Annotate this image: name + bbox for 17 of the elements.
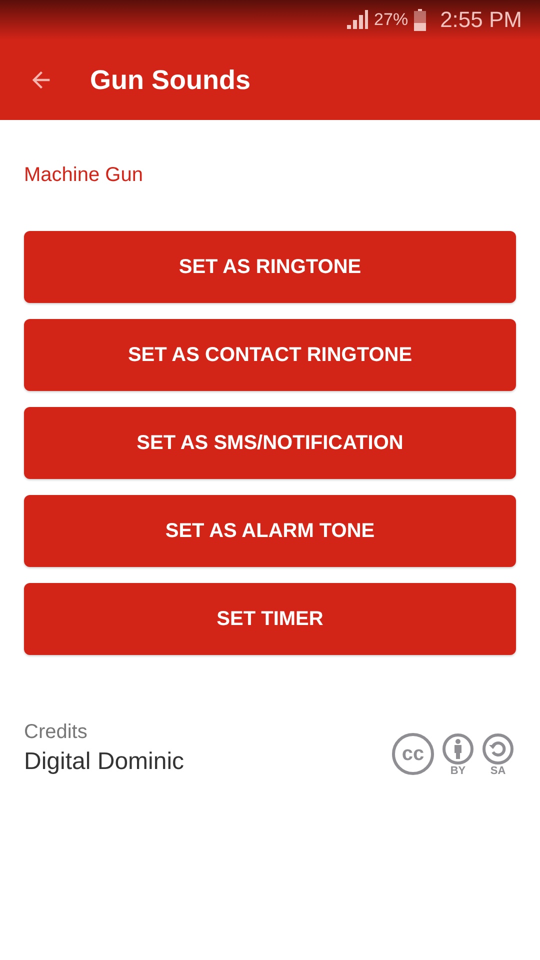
- battery-icon: [414, 9, 426, 31]
- sound-name: Machine Gun: [24, 164, 144, 187]
- action-button[interactable]: SET AS ALARM TONE: [24, 495, 516, 567]
- person-icon: [442, 733, 474, 765]
- license-code: SA: [490, 765, 506, 777]
- signal-icon: [346, 10, 368, 30]
- cc-license-icon: cc: [392, 733, 434, 775]
- action-button[interactable]: SET TIMER: [24, 583, 516, 655]
- author-name: Digital Dominic: [24, 748, 184, 776]
- action-button[interactable]: SET AS CONTACT RINGTONE: [24, 319, 516, 391]
- credits-label: Credits: [24, 721, 88, 744]
- license-code: BY: [450, 765, 466, 777]
- app-title: Gun Sounds: [90, 64, 250, 96]
- action-button[interactable]: SET AS SMS/NOTIFICATION: [24, 407, 516, 479]
- action-button[interactable]: SET AS RINGTONE: [24, 231, 516, 303]
- battery-percent: 27%: [374, 10, 408, 30]
- clock: 2:55 PM: [440, 7, 522, 33]
